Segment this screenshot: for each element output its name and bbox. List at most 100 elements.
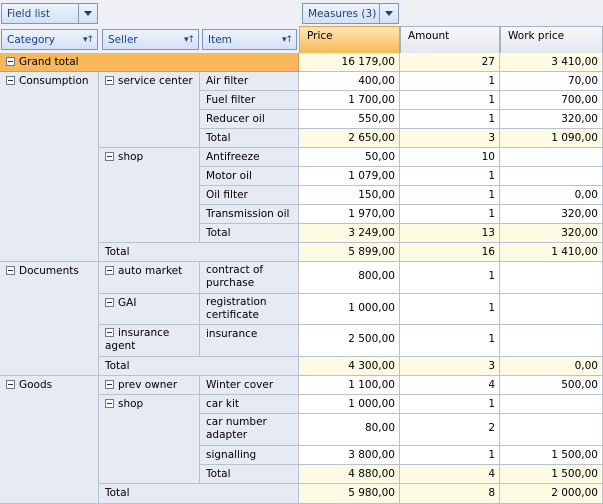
price-cell[interactable]: 50,00 — [299, 148, 400, 167]
item-row-header[interactable]: Reducer oil — [200, 110, 299, 129]
price-cell[interactable]: 150,00 — [299, 186, 400, 205]
total-price-cell[interactable]: 4 300,00 — [299, 357, 400, 376]
seller-service-center[interactable]: service center — [99, 72, 200, 148]
column-header-work-price[interactable]: Work price — [500, 26, 603, 54]
total-amount-cell[interactable]: 16 — [400, 243, 500, 262]
item-row-header[interactable]: signalling — [200, 446, 299, 465]
work-price-cell[interactable]: 500,00 — [500, 376, 603, 395]
amount-cell[interactable]: 1 — [400, 186, 500, 205]
total-price-cell[interactable]: 2 650,00 — [299, 129, 400, 148]
total-work-price-cell[interactable]: 0,00 — [500, 357, 603, 376]
collapse-icon[interactable] — [105, 76, 114, 85]
total-price-cell[interactable]: 5 899,00 — [299, 243, 400, 262]
collapse-icon[interactable] — [105, 399, 114, 408]
amount-cell[interactable]: 1 — [400, 167, 500, 186]
total-amount-cell[interactable]: 3 — [400, 357, 500, 376]
item-row-header[interactable]: Air filter — [200, 72, 299, 91]
seller-gai[interactable]: GAI — [99, 294, 200, 325]
total-work-price-cell[interactable]: 320,00 — [500, 224, 603, 243]
price-cell[interactable]: 2 500,00 — [299, 325, 400, 357]
price-cell[interactable]: 550,00 — [299, 110, 400, 129]
total-price-cell[interactable]: 4 880,00 — [299, 465, 400, 484]
work-price-cell[interactable]: 70,00 — [500, 72, 603, 91]
collapse-icon[interactable] — [105, 380, 114, 389]
field-list-dropdown[interactable] — [78, 4, 97, 23]
collapse-icon[interactable] — [6, 380, 15, 389]
category-goods[interactable]: Goods — [0, 376, 99, 504]
seller-prev-owner[interactable]: prev owner — [99, 376, 200, 395]
total-work-price-cell[interactable]: 1 090,00 — [500, 129, 603, 148]
category-field-button[interactable]: Category ▾↑ — [1, 29, 98, 50]
measures-button[interactable]: Measures (3) — [302, 3, 399, 24]
price-cell[interactable]: 400,00 — [299, 72, 400, 91]
work-price-cell[interactable] — [500, 262, 603, 294]
price-cell[interactable]: 3 800,00 — [299, 446, 400, 465]
item-row-header[interactable]: insurance — [200, 325, 299, 357]
collapse-icon[interactable] — [105, 266, 114, 275]
category-total-row-header[interactable]: Total — [99, 243, 299, 262]
seller-total-row-header[interactable]: Total — [200, 129, 299, 148]
field-list-button[interactable]: Field list — [1, 3, 98, 24]
column-header-amount[interactable]: Amount — [400, 26, 500, 54]
work-price-cell[interactable] — [500, 294, 603, 325]
collapse-icon[interactable] — [105, 298, 114, 307]
seller-insurance-agent[interactable]: insurance agent — [99, 325, 200, 357]
amount-cell[interactable]: 2 — [400, 414, 500, 446]
item-row-header[interactable]: registration certificate — [200, 294, 299, 325]
total-price-cell[interactable]: 3 249,00 — [299, 224, 400, 243]
item-row-header[interactable]: Transmission oil — [200, 205, 299, 224]
measures-dropdown[interactable] — [379, 4, 398, 23]
seller-shop[interactable]: shop — [99, 148, 200, 243]
work-price-cell[interactable] — [500, 395, 603, 414]
total-amount-cell[interactable]: 3 — [400, 129, 500, 148]
item-field-button[interactable]: Item ▾↑ — [202, 29, 297, 50]
amount-cell[interactable]: 1 — [400, 72, 500, 91]
collapse-icon[interactable] — [6, 57, 15, 66]
price-cell[interactable]: 80,00 — [299, 414, 400, 446]
collapse-icon[interactable] — [6, 266, 15, 275]
sort-filter-icon[interactable]: ▾↑ — [83, 35, 94, 45]
collapse-icon[interactable] — [6, 76, 15, 85]
sort-filter-icon[interactable]: ▾↑ — [282, 35, 293, 45]
total-amount-cell[interactable]: 8 — [400, 484, 500, 504]
price-cell[interactable]: 800,00 — [299, 262, 400, 294]
item-row-header[interactable]: contract of purchase — [200, 262, 299, 294]
work-price-cell[interactable]: 320,00 — [500, 205, 603, 224]
seller-shop[interactable]: shop — [99, 395, 200, 484]
price-cell[interactable]: 1 000,00 — [299, 294, 400, 325]
work-price-cell[interactable]: 1 500,00 — [500, 446, 603, 465]
price-cell[interactable]: 1 970,00 — [299, 205, 400, 224]
total-work-price-cell[interactable]: 2 000,00 — [500, 484, 603, 504]
grand-total-amount[interactable]: 27 — [400, 53, 500, 72]
work-price-cell[interactable]: 700,00 — [500, 91, 603, 110]
amount-cell[interactable]: 1 — [400, 446, 500, 465]
grand-total-price[interactable]: 16 179,00 — [299, 53, 400, 72]
seller-auto-market[interactable]: auto market — [99, 262, 200, 294]
amount-cell[interactable]: 4 — [400, 376, 500, 395]
grand-total-work-price[interactable]: 3 410,00 — [500, 53, 603, 72]
column-header-price[interactable]: Price — [299, 26, 400, 54]
seller-total-row-header[interactable]: Total — [200, 465, 299, 484]
work-price-cell[interactable]: 320,00 — [500, 110, 603, 129]
item-row-header[interactable]: car number adapter — [200, 414, 299, 446]
price-cell[interactable]: 1 079,00 — [299, 167, 400, 186]
amount-cell[interactable]: 1 — [400, 205, 500, 224]
amount-cell[interactable]: 1 — [400, 91, 500, 110]
work-price-cell[interactable] — [500, 325, 603, 357]
price-cell[interactable]: 1 000,00 — [299, 395, 400, 414]
amount-cell[interactable]: 1 — [400, 110, 500, 129]
sort-filter-icon[interactable]: ▾↑ — [184, 35, 195, 45]
work-price-cell[interactable] — [500, 167, 603, 186]
category-total-row-header[interactable]: Total — [99, 484, 299, 504]
amount-cell[interactable]: 1 — [400, 325, 500, 357]
item-row-header[interactable]: car kit — [200, 395, 299, 414]
grand-total-row-header[interactable]: Grand total — [0, 53, 299, 72]
amount-cell[interactable]: 1 — [400, 395, 500, 414]
price-cell[interactable]: 1 100,00 — [299, 376, 400, 395]
total-amount-cell[interactable]: 4 — [400, 465, 500, 484]
work-price-cell[interactable] — [500, 414, 603, 446]
item-row-header[interactable]: Fuel filter — [200, 91, 299, 110]
total-work-price-cell[interactable]: 1 410,00 — [500, 243, 603, 262]
collapse-icon[interactable] — [105, 152, 114, 161]
collapse-icon[interactable] — [105, 328, 114, 337]
